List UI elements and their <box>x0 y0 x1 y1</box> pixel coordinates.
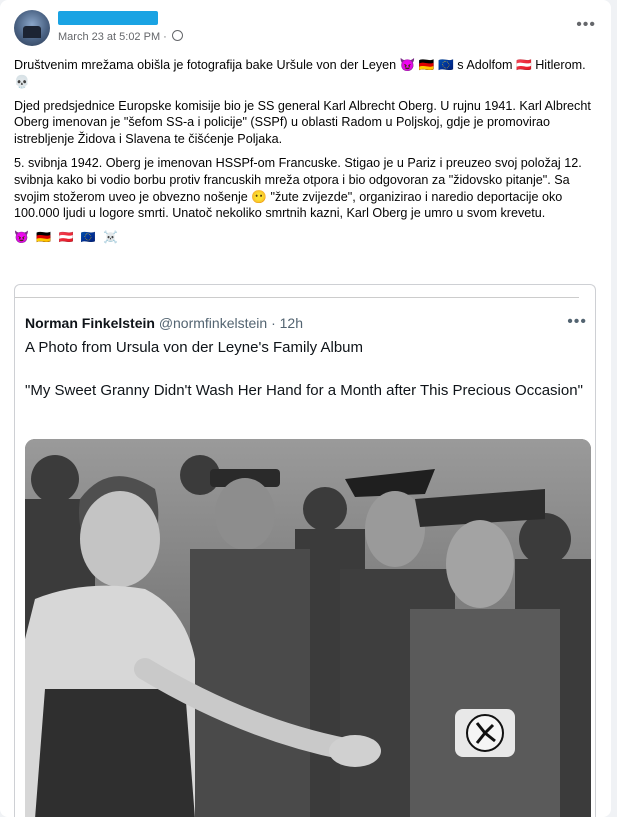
tweet-author-name: Norman Finkelstein <box>25 315 155 331</box>
photo-illustration <box>25 439 591 817</box>
meta-separator: · <box>163 31 167 43</box>
tweet-age: 12h <box>279 315 303 331</box>
post-text: Društvenim mrežama obišla je fotografija… <box>14 57 597 253</box>
avatar[interactable] <box>14 10 50 46</box>
post-header: March 23 at 5:02 PM · ••• <box>14 10 604 50</box>
tweet-photo <box>25 439 591 817</box>
tweet-text-line: A Photo from Ursula von der Leyne's Fami… <box>25 339 364 356</box>
tweet-handle: @normfinkelstein <box>158 315 268 331</box>
tweet-more-icon: ••• <box>567 313 587 330</box>
shared-top-edge <box>15 285 579 298</box>
facebook-post: March 23 at 5:02 PM · ••• Društvenim mre… <box>0 0 611 817</box>
post-paragraph: 5. svibnja 1942. Oberg je imenovan HSSPf… <box>14 155 582 221</box>
shared-screenshot[interactable]: Norman Finkelstein @normfinkelstein · 12… <box>14 284 596 817</box>
tweet-header: Norman Finkelstein @normfinkelstein · 12… <box>25 315 303 331</box>
tweet-separator: · <box>271 315 276 331</box>
post-paragraph: Djed predsjednice Europske komisije bio … <box>14 98 591 147</box>
emoji-row: 😈 🇩🇪 🇦🇹 🇪🇺 ☠️ <box>14 230 121 245</box>
globe-icon <box>171 30 183 41</box>
tweet-quote: "My Sweet Granny Didn't Wash Her Hand fo… <box>25 382 583 399</box>
post-paragraph: Društvenim mrežama obišla je fotografija… <box>14 58 586 89</box>
author-name-redacted[interactable] <box>58 11 158 25</box>
post-timestamp[interactable]: March 23 at 5:02 PM <box>58 31 160 43</box>
more-options-icon[interactable]: ••• <box>576 16 596 34</box>
post-meta: March 23 at 5:02 PM · <box>58 30 183 43</box>
handshake <box>329 735 381 767</box>
